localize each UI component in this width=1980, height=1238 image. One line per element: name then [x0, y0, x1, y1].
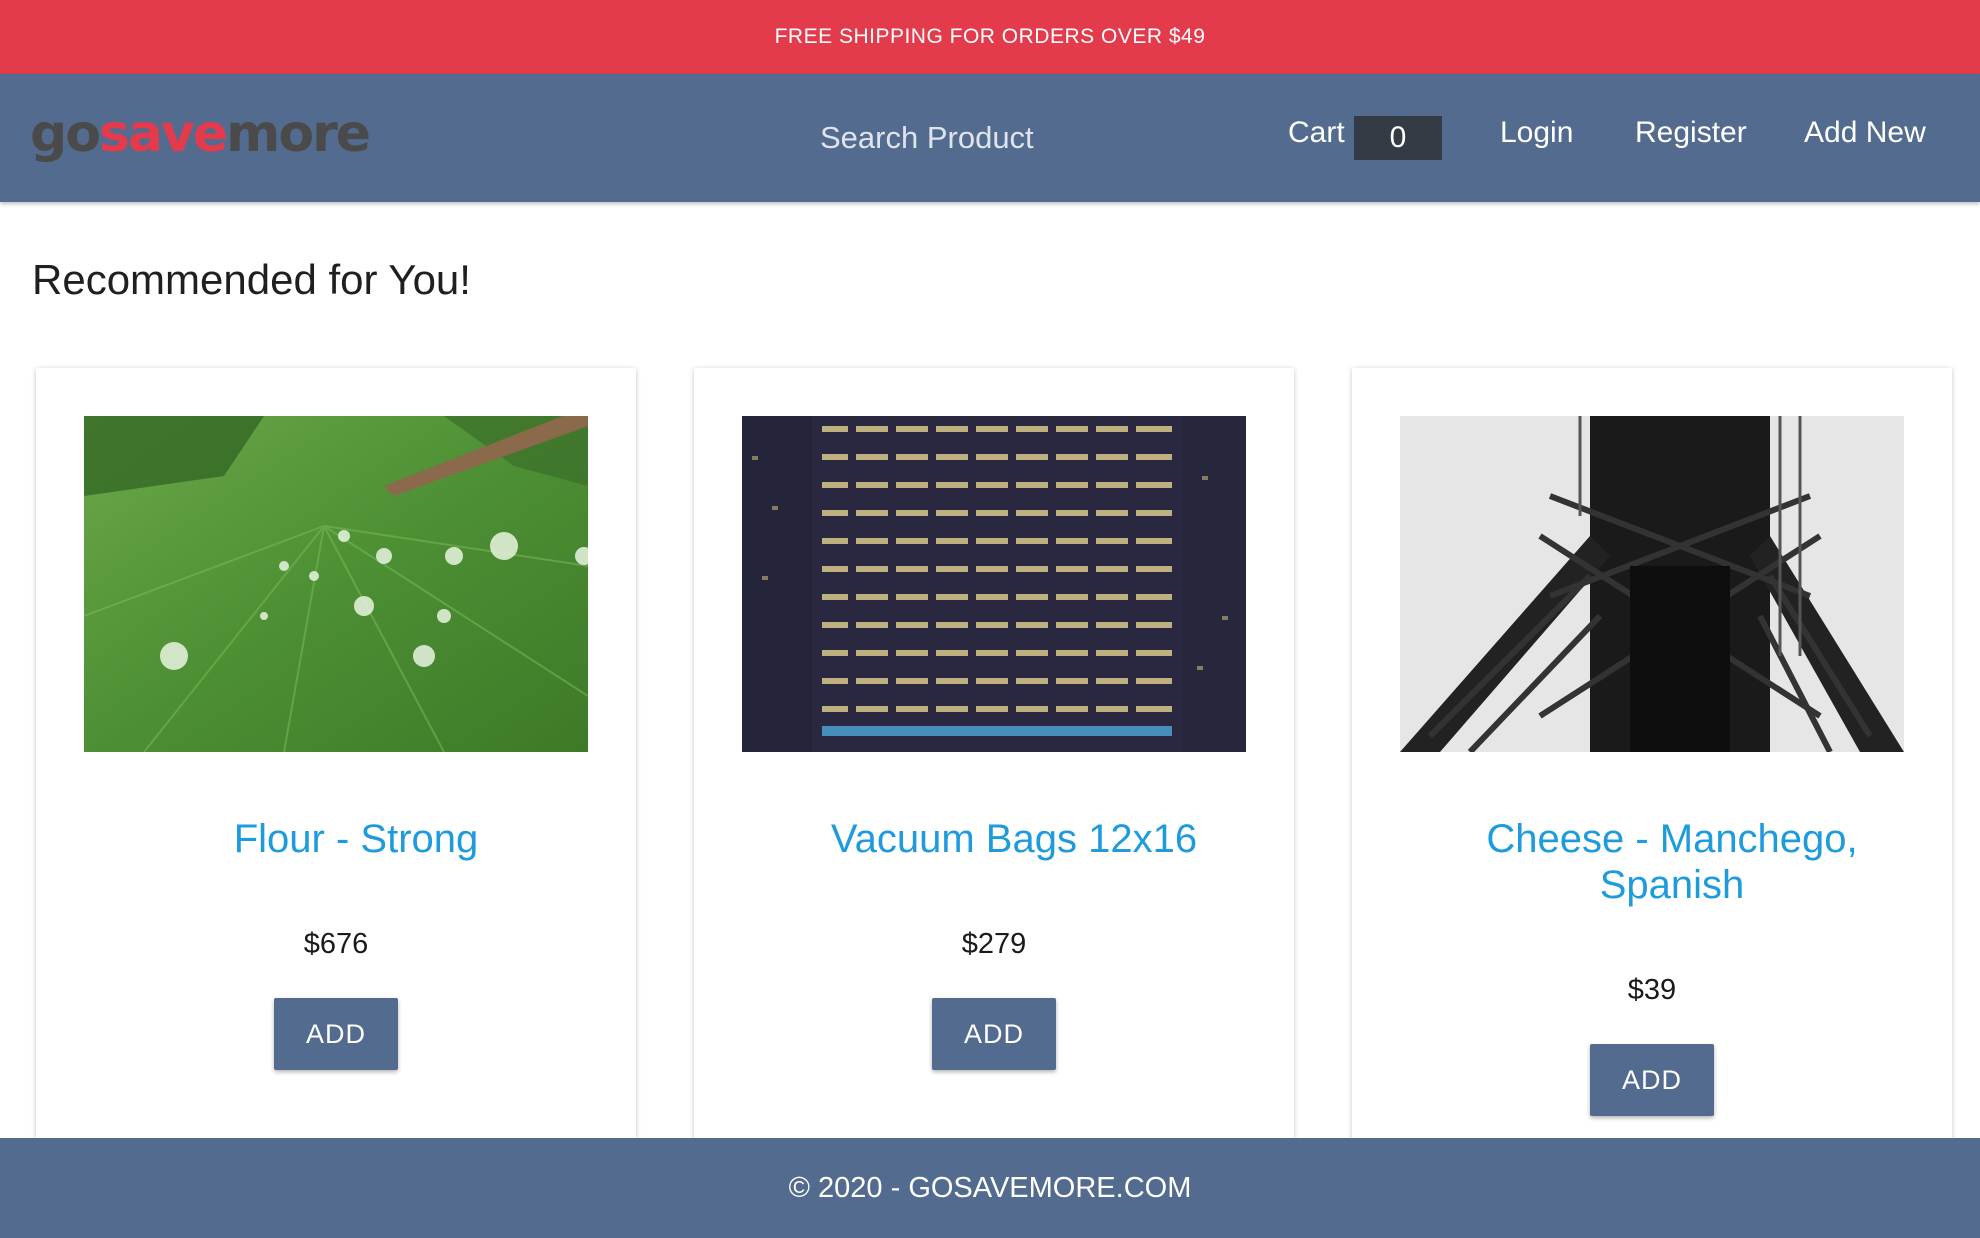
search-input[interactable] [820, 114, 1150, 162]
product-image[interactable] [84, 416, 588, 752]
logo-text-save: save [98, 104, 228, 164]
add-to-cart-button[interactable]: ADD [274, 998, 398, 1070]
leaf-image [84, 416, 588, 752]
add-to-cart-button[interactable]: ADD [932, 998, 1056, 1070]
promo-text: FREE SHIPPING FOR ORDERS OVER $49 [774, 25, 1206, 48]
register-link[interactable]: Register [1635, 116, 1747, 150]
product-price: $676 [303, 928, 369, 960]
product-price: $279 [961, 928, 1027, 960]
login-link[interactable]: Login [1500, 116, 1573, 150]
section-title: Recommended for You! [32, 256, 471, 303]
building-image [742, 416, 1246, 752]
product-title[interactable]: Flour - Strong [96, 816, 616, 862]
footer: © 2020 - GOSAVEMORE.COM [0, 1138, 1980, 1238]
site-logo[interactable]: go save more [30, 104, 371, 164]
tower-image [1400, 416, 1904, 752]
logo-text-go: go [30, 104, 101, 164]
promo-banner: FREE SHIPPING FOR ORDERS OVER $49 [0, 0, 1980, 74]
product-price: $39 [1627, 974, 1677, 1006]
product-card: Vacuum Bags 12x16 $279 ADD [694, 368, 1294, 1148]
add-new-link[interactable]: Add New [1804, 116, 1926, 150]
logo-text-more: more [226, 104, 371, 164]
product-card: Cheese - Manchego, Spanish $39 ADD [1352, 368, 1952, 1148]
product-image[interactable] [742, 416, 1246, 752]
cart-link[interactable]: Cart [1288, 116, 1345, 150]
top-navbar: gosavemore Cart 0 Login Register Add New [0, 74, 1980, 202]
product-title[interactable]: Cheese - Manchego, Spanish [1412, 816, 1932, 908]
footer-copyright: © 2020 - GOSAVEMORE.COM [788, 1171, 1192, 1204]
cart-count-badge[interactable]: 0 [1354, 116, 1442, 160]
product-card: Flour - Strong $676 ADD [36, 368, 636, 1148]
product-image[interactable] [1400, 416, 1904, 752]
product-title[interactable]: Vacuum Bags 12x16 [754, 816, 1274, 862]
add-to-cart-button[interactable]: ADD [1590, 1044, 1714, 1116]
